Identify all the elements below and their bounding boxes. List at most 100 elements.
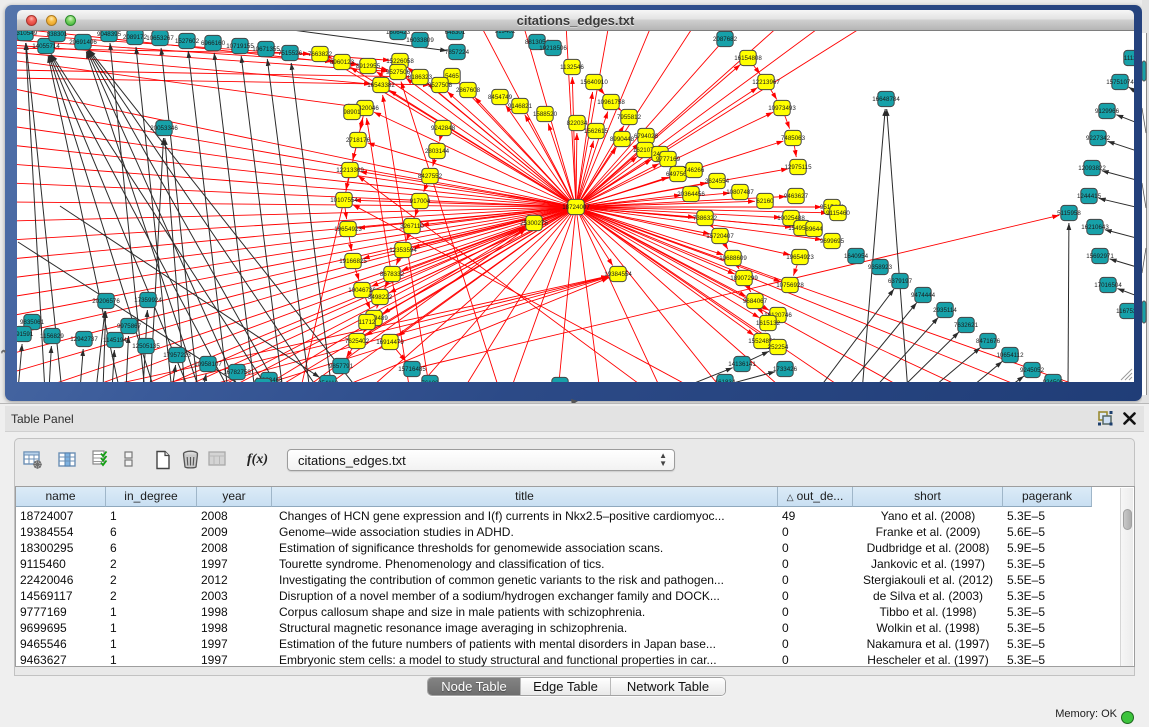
table-selector-combobox[interactable]: citations_edges.txt ▲▼ bbox=[287, 449, 675, 471]
graph-node[interactable]: 1588520 bbox=[533, 106, 558, 121]
graph-node[interactable]: 954112 bbox=[318, 375, 339, 382]
graph-node[interactable]: 6379197 bbox=[888, 273, 913, 288]
graph-node[interactable]: 8990448 bbox=[610, 131, 635, 146]
graph-node[interactable]: 8471676 bbox=[976, 333, 1001, 348]
graph-node[interactable]: 1733426 bbox=[773, 361, 798, 376]
graph-node[interactable]: 2935114 bbox=[933, 302, 957, 317]
graph-node[interactable]: 11712 bbox=[359, 314, 376, 329]
graph-node[interactable]: 11123 bbox=[1124, 50, 1134, 65]
graph-node[interactable]: 1244415 bbox=[1077, 188, 1102, 203]
tab-network-table[interactable]: Network Table bbox=[611, 678, 725, 695]
column-header-in_degree[interactable]: in_degree bbox=[106, 487, 197, 507]
graph-node[interactable]: 9048395 bbox=[97, 31, 122, 42]
tab-node-table[interactable]: Node Table bbox=[428, 678, 521, 695]
graph-node[interactable]: 76108 bbox=[421, 375, 439, 382]
graph-node[interactable]: 15716485 bbox=[398, 361, 426, 376]
graph-node[interactable]: 15692971 bbox=[1086, 248, 1114, 263]
graph-node[interactable]: 7632621 bbox=[954, 317, 979, 332]
graph-node[interactable]: 9474444 bbox=[911, 287, 936, 302]
graph-node[interactable]: 9857791 bbox=[329, 358, 354, 373]
graph-node[interactable]: 19654923 bbox=[786, 249, 814, 264]
graph-node[interactable]: 8427552 bbox=[418, 168, 443, 183]
graph-node[interactable]: 1167533 bbox=[1116, 303, 1134, 318]
graph-node[interactable]: 252254 bbox=[768, 339, 789, 354]
graph-node[interactable]: 10807487 bbox=[726, 184, 754, 199]
column-header-out_de[interactable]: △out_de... bbox=[778, 487, 853, 507]
graph-node[interactable]: 8912955 bbox=[356, 58, 381, 73]
scrollbar-thumb[interactable] bbox=[1123, 509, 1132, 530]
graph-node[interactable]: 114183 bbox=[550, 377, 571, 382]
graph-node[interactable]: 391591 bbox=[17, 326, 34, 341]
delete-icon[interactable] bbox=[181, 450, 200, 475]
graph-node[interactable]: 9146821 bbox=[508, 98, 533, 113]
graph-node[interactable]: 12942737 bbox=[70, 331, 98, 346]
table-row[interactable]: 946554611997Estimation of the future num… bbox=[16, 636, 1121, 652]
select-all-icon[interactable] bbox=[92, 450, 111, 474]
table-settings-icon[interactable] bbox=[23, 450, 43, 475]
graph-node[interactable]: 9115460 bbox=[826, 205, 850, 220]
column-header-pagerank[interactable]: pagerank bbox=[1003, 487, 1092, 507]
graph-node[interactable]: 7485063 bbox=[781, 130, 806, 145]
graph-node[interactable]: 15640910 bbox=[580, 74, 608, 89]
resize-grip[interactable] bbox=[1118, 366, 1133, 381]
graph-node[interactable]: 98901 bbox=[343, 104, 361, 119]
column-header-short[interactable]: short bbox=[853, 487, 1003, 507]
graph-node[interactable]: 919402 bbox=[495, 31, 516, 39]
table-row[interactable]: 1872400712008Changes of HCN gene express… bbox=[16, 508, 1121, 524]
table-row[interactable]: 1938455462009Genome–wide association stu… bbox=[16, 524, 1121, 540]
table-row[interactable]: 969969511998Structural magnetic resonanc… bbox=[16, 620, 1121, 636]
graph-node[interactable]: 12975115 bbox=[784, 159, 812, 174]
table-row[interactable]: 1830029562008Estimation of significance … bbox=[16, 540, 1121, 556]
graph-node[interactable]: 1156829 bbox=[40, 328, 64, 343]
graph-node[interactable]: 16648784 bbox=[872, 91, 900, 106]
graph-node[interactable]: 2718176 bbox=[346, 132, 371, 147]
graph-node[interactable]: 838301 bbox=[47, 31, 68, 42]
new-file-icon[interactable] bbox=[154, 450, 172, 475]
graph-node[interactable]: 5115958 bbox=[1057, 205, 1081, 220]
graph-node[interactable]: 2087682 bbox=[713, 31, 738, 46]
graph-node[interactable]: 20631 bbox=[254, 378, 272, 382]
graph-node[interactable]: 7857224 bbox=[445, 44, 470, 59]
column-header-year[interactable]: year bbox=[197, 487, 272, 507]
graph-node[interactable]: 12213369 bbox=[336, 162, 364, 177]
graph-node[interactable]: 17359924 bbox=[134, 292, 162, 307]
graph-node[interactable]: 1132546 bbox=[560, 59, 584, 74]
column-header-name[interactable]: name bbox=[16, 487, 106, 507]
graph-node[interactable]: 648301 bbox=[445, 31, 466, 40]
graph-node[interactable]: 10973493 bbox=[768, 100, 796, 115]
graph-node[interactable]: 10961758 bbox=[597, 94, 625, 109]
graph-node[interactable]: 16210643 bbox=[1081, 219, 1109, 234]
rows-icon[interactable] bbox=[124, 450, 134, 473]
graph-node[interactable]: 1527602 bbox=[175, 33, 200, 48]
tab-edge-table[interactable]: Edge Table bbox=[521, 678, 611, 695]
graph-node[interactable]: 89644 bbox=[805, 221, 823, 236]
graph-node[interactable]: 2310549 bbox=[17, 31, 38, 41]
graph-node[interactable]: 17016504 bbox=[1094, 277, 1122, 292]
graph-node[interactable]: 1145194 bbox=[103, 332, 127, 347]
show-column-icon[interactable] bbox=[58, 450, 78, 475]
graph-node[interactable]: 161834 bbox=[715, 374, 736, 382]
graph-node[interactable]: 746266 bbox=[684, 162, 705, 177]
table-vertical-scrollbar[interactable] bbox=[1120, 488, 1133, 666]
table-row[interactable]: 1456911722003Disruption of a novel membe… bbox=[16, 588, 1121, 604]
graph-node[interactable]: 9245052 bbox=[1020, 362, 1045, 377]
graph-node[interactable]: 12505135 bbox=[132, 338, 160, 353]
graph-node[interactable]: 12213967 bbox=[752, 74, 780, 89]
graph-node[interactable]: 14136141 bbox=[728, 356, 756, 371]
graph-node[interactable]: 18907299 bbox=[730, 270, 758, 285]
graph-node[interactable]: 10688609 bbox=[719, 250, 747, 265]
close-panel-icon[interactable] bbox=[1123, 412, 1136, 425]
float-window-icon[interactable] bbox=[1098, 411, 1113, 426]
window-titlebar[interactable]: citations_edges.txt bbox=[17, 10, 1134, 31]
graph-node[interactable]: 20364456 bbox=[677, 186, 705, 201]
graph-node[interactable]: 3498222 bbox=[368, 289, 393, 304]
graph-node[interactable]: 16154808 bbox=[734, 50, 762, 65]
graph-node[interactable]: 12353594 bbox=[389, 242, 417, 257]
graph-node[interactable]: 924505 bbox=[1043, 374, 1064, 382]
graph-node[interactable]: 2867608 bbox=[456, 82, 481, 97]
graph-node[interactable]: 62160 bbox=[756, 193, 774, 208]
graph-node[interactable]: 12093822 bbox=[1078, 160, 1106, 175]
graph-node[interactable]: 9699695 bbox=[820, 233, 845, 248]
graph-node[interactable]: 9463627 bbox=[784, 188, 809, 203]
graph-node[interactable]: 7386322 bbox=[693, 210, 718, 225]
